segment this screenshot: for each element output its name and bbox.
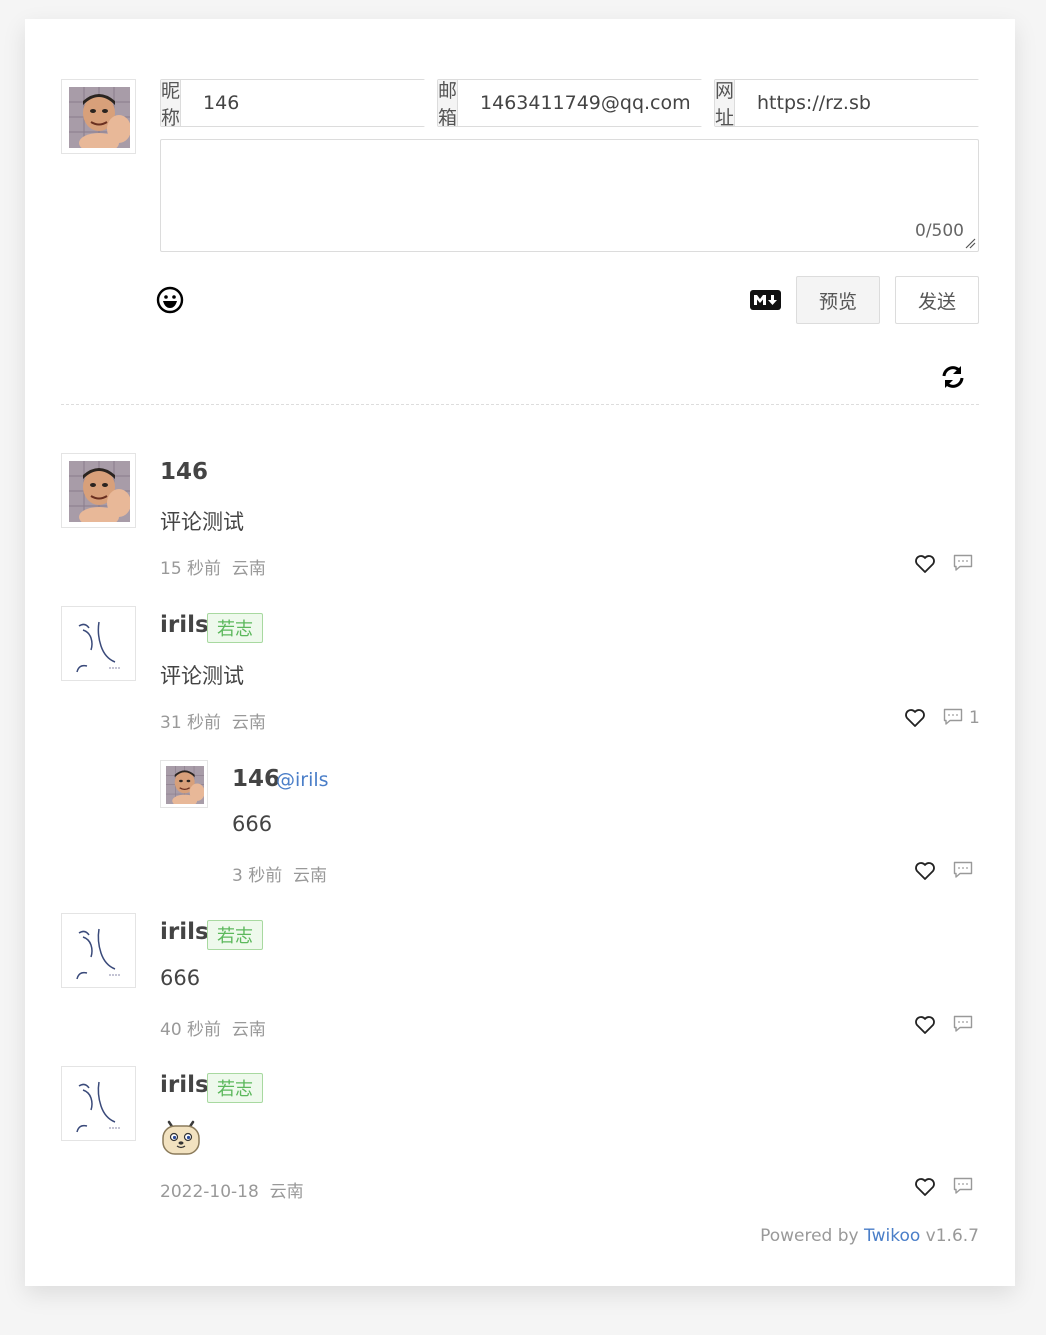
like-heart-icon[interactable] xyxy=(914,1015,936,1035)
nick-label: 昵称 xyxy=(161,80,182,129)
mail-field: 邮箱 xyxy=(437,79,724,129)
link-label: 网址 xyxy=(715,80,736,129)
twikoo-link[interactable]: Twikoo xyxy=(864,1226,920,1246)
comment-time-text: 31 秒前 xyxy=(160,713,222,733)
comment-content: 评论测试 xyxy=(160,510,244,534)
like-heart-icon[interactable] xyxy=(914,1177,936,1197)
resize-handle-icon[interactable] xyxy=(964,237,976,249)
comment-location: 云南 xyxy=(231,1020,266,1040)
comment-nick[interactable]: 146 xyxy=(160,459,208,485)
comment-nick[interactable]: irils xyxy=(160,612,209,638)
divider xyxy=(61,404,979,405)
powered-by-text: Powered by xyxy=(760,1226,865,1246)
doge-sticker-icon xyxy=(162,1120,200,1155)
comment-panel: 昵称 邮箱 网址 0/500 预览 发送 xyxy=(25,19,1015,1286)
comment-time-text: 40 秒前 xyxy=(160,1020,222,1040)
like-heart-icon[interactable] xyxy=(914,861,936,881)
owner-badge: 若志 xyxy=(207,613,263,643)
comment-location: 云南 xyxy=(231,559,266,579)
comment-time: 2022-10-18 云南 xyxy=(160,1177,304,1202)
mail-label: 邮箱 xyxy=(438,80,459,129)
owner-badge: 若志 xyxy=(207,1073,263,1103)
version-text: v1.6.7 xyxy=(920,1226,979,1246)
reply-comment-icon[interactable] xyxy=(953,1015,973,1033)
nick-field: 昵称 xyxy=(160,79,447,129)
markdown-icon[interactable] xyxy=(750,290,781,310)
char-counter: 0/500 xyxy=(915,221,964,241)
nick-input[interactable] xyxy=(181,80,447,126)
comment-content: 评论测试 xyxy=(160,664,244,688)
like-heart-icon[interactable] xyxy=(904,708,926,728)
comment-time-text: 2022-10-18 xyxy=(160,1182,259,1202)
comment-time: 40 秒前 云南 xyxy=(160,1015,266,1040)
mail-input[interactable] xyxy=(458,80,724,126)
reply-content: 666 xyxy=(232,812,273,836)
comment-location: 云南 xyxy=(269,1182,304,1202)
reply-avatar[interactable] xyxy=(160,760,208,808)
comment-location: 云南 xyxy=(231,713,266,733)
preview-button[interactable]: 预览 xyxy=(796,276,880,324)
send-button[interactable]: 发送 xyxy=(895,276,979,324)
like-heart-icon[interactable] xyxy=(914,554,936,574)
reply-comment-icon[interactable] xyxy=(953,554,973,572)
powered-by: Powered by Twikoo v1.6.7 xyxy=(760,1226,979,1246)
link-input[interactable] xyxy=(735,80,1001,126)
link-field: 网址 xyxy=(714,79,1001,129)
owner-badge: 若志 xyxy=(207,920,263,950)
comment-avatar[interactable] xyxy=(61,453,136,528)
reply-mention-link[interactable]: @irils xyxy=(276,769,329,791)
comment-time-text: 15 秒前 xyxy=(160,559,222,579)
comment-avatar[interactable] xyxy=(61,913,136,988)
comment-time: 15 秒前 云南 xyxy=(160,554,266,579)
reply-comment-icon[interactable] xyxy=(953,861,973,879)
refresh-icon[interactable] xyxy=(940,364,966,390)
comment-avatar[interactable] xyxy=(61,1066,136,1141)
emoji-smile-icon[interactable] xyxy=(156,286,184,314)
comment-nick[interactable]: irils xyxy=(160,919,209,945)
comment-time: 31 秒前 云南 xyxy=(160,708,266,733)
reply-location: 云南 xyxy=(293,866,328,886)
reply-comment-icon[interactable] xyxy=(943,708,963,726)
reply-comment-icon[interactable] xyxy=(953,1177,973,1195)
reply-count: 1 xyxy=(969,708,980,728)
reply-nick[interactable]: 146 xyxy=(232,766,280,792)
comment-nick[interactable]: irils xyxy=(160,1072,209,1098)
current-user-avatar xyxy=(61,79,136,154)
reply-time-text: 3 秒前 xyxy=(232,866,283,886)
comment-textarea[interactable]: 0/500 xyxy=(160,139,979,252)
reply-time: 3 秒前 云南 xyxy=(232,861,327,886)
comment-avatar[interactable] xyxy=(61,606,136,681)
comment-content: 666 xyxy=(160,966,201,990)
